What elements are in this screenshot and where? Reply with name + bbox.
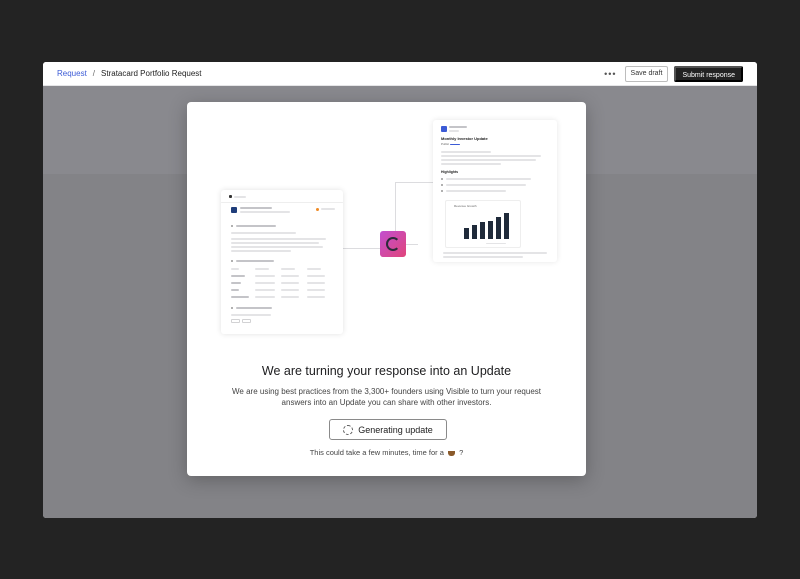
investor-update-preview: Monthly Investor Update Public Highlight… bbox=[433, 120, 557, 262]
doc-brand-mark bbox=[229, 195, 232, 198]
connector-up bbox=[395, 182, 396, 231]
chart-preview-title: Revenue Growth bbox=[454, 204, 477, 208]
submit-response-button[interactable]: Submit response bbox=[674, 65, 743, 82]
update-illustration: Monthly Investor Update Public Highlight… bbox=[187, 102, 586, 352]
update-author-avatar bbox=[441, 126, 447, 132]
chart-bar bbox=[504, 213, 509, 239]
chart-bar bbox=[480, 222, 485, 239]
connector-left bbox=[343, 248, 380, 249]
chart-bar bbox=[496, 217, 501, 239]
header-actions: ••• Save draft Submit response bbox=[602, 65, 743, 82]
update-preview-meta: Public bbox=[441, 142, 450, 146]
more-options-icon[interactable]: ••• bbox=[602, 69, 618, 79]
chart-bar bbox=[464, 228, 469, 239]
loading-spinner-icon bbox=[343, 424, 354, 435]
highlights-heading: Highlights bbox=[441, 170, 459, 174]
chart-bar bbox=[488, 221, 493, 239]
connector-top bbox=[395, 182, 433, 183]
generating-update-label: Generating update bbox=[358, 424, 433, 435]
breadcrumb-current-page: Stratacard Portfolio Request bbox=[101, 69, 202, 78]
wait-note: This could take a few minutes, time for … bbox=[187, 448, 586, 457]
app-header: Request / Stratacard Portfolio Request •… bbox=[43, 62, 757, 86]
connector-right bbox=[406, 244, 418, 245]
chart-bar bbox=[472, 225, 477, 239]
coffee-icon bbox=[448, 450, 456, 456]
request-document-preview bbox=[221, 190, 343, 334]
generating-update-modal: Monthly Investor Update Public Highlight… bbox=[187, 102, 586, 476]
modal-title: We are turning your response into an Upd… bbox=[261, 364, 512, 378]
revenue-chart-preview: Revenue Growth bbox=[445, 200, 521, 248]
generating-update-button[interactable]: Generating update bbox=[329, 419, 447, 440]
update-preview-title: Monthly Investor Update bbox=[441, 136, 488, 141]
breadcrumb-request-link[interactable]: Request bbox=[57, 69, 87, 78]
wait-note-text: This could take a few minutes, time for … bbox=[309, 448, 444, 457]
company-logo-icon bbox=[231, 207, 237, 213]
breadcrumb-separator: / bbox=[92, 69, 96, 78]
visible-ai-hub-icon bbox=[380, 231, 406, 257]
save-draft-button[interactable]: Save draft bbox=[624, 65, 669, 82]
modal-description: We are using best practices from the 3,3… bbox=[232, 387, 541, 407]
wait-note-question: ? bbox=[459, 448, 464, 457]
